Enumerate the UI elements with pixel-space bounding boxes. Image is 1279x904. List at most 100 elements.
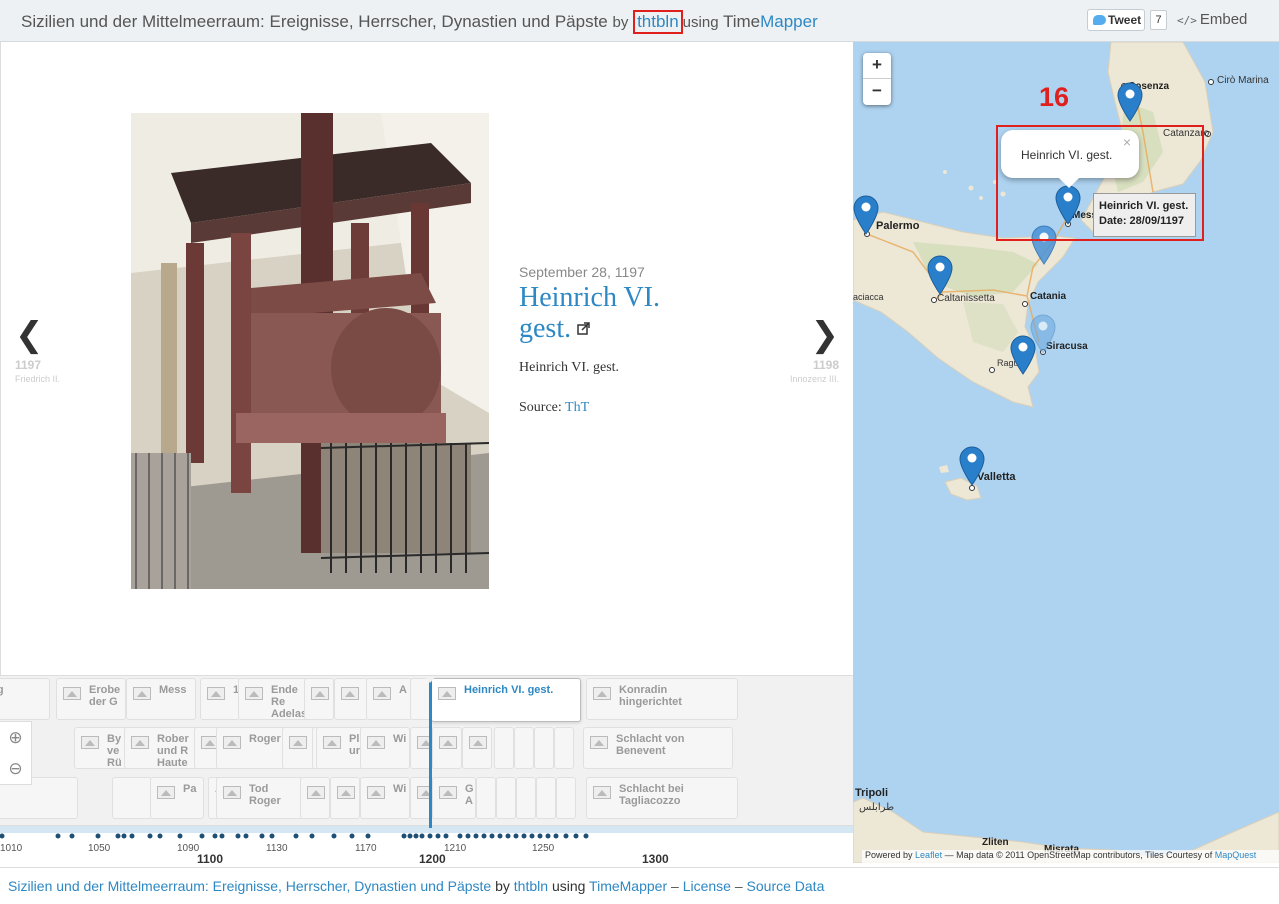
footer-app-link[interactable]: TimeMapper xyxy=(589,878,667,894)
city-zliten: Zliten xyxy=(982,837,1009,848)
zoom-out-icon[interactable]: ⊖ xyxy=(0,753,31,784)
event-label: Roger xyxy=(249,733,281,745)
timeline-tick: 1130 xyxy=(266,843,288,854)
timeline-event[interactable] xyxy=(330,777,360,819)
timeline-event[interactable]: By ve Rü xyxy=(74,727,130,769)
source-link[interactable]: ThT xyxy=(565,400,589,415)
image-icon xyxy=(131,736,149,749)
image-icon xyxy=(323,736,341,749)
map-marker-icon[interactable] xyxy=(959,446,985,486)
timeline: erung Erobe der G Mess 1 Ende Re Adelasi… xyxy=(0,675,853,867)
timeline-axis: 1010 1050 1090 1130 1170 1210 1250 1100 … xyxy=(0,825,853,867)
footer-title-link[interactable]: Sizilien und der Mittelmeerraum: Ereigni… xyxy=(8,878,491,894)
timeline-tick: 1090 xyxy=(177,843,200,854)
footer-by: by xyxy=(495,878,510,894)
timeline-event[interactable]: Wi xyxy=(360,777,410,819)
timeline-event[interactable] xyxy=(556,777,576,819)
map-panel[interactable]: + − Cosenza Cirò Marina Catanzaro Messin… xyxy=(853,42,1279,863)
city-palermo: Palermo xyxy=(876,220,920,232)
tweet-button[interactable]: Tweet xyxy=(1087,9,1145,31)
timeline-event[interactable] xyxy=(462,727,492,769)
event-label: Wi xyxy=(393,783,407,795)
footer-source-data-link[interactable]: Source Data xyxy=(747,878,825,894)
timeline-event[interactable]: Pl ur xyxy=(316,727,364,769)
embed-label: Embed xyxy=(1199,11,1248,28)
event-label: A xyxy=(399,684,407,696)
chevron-left-icon: ❮ xyxy=(15,316,44,354)
footer-author-link[interactable]: thtbln xyxy=(514,878,548,894)
timeline-event[interactable] xyxy=(304,678,334,720)
event-label: Schlacht bei Tagliacozzo xyxy=(619,783,684,807)
timeline-event[interactable]: Schlacht bei Tagliacozzo xyxy=(586,777,738,819)
timeline-event[interactable]: Tod Roger xyxy=(216,777,304,819)
zoom-in-icon[interactable]: ⊕ xyxy=(0,722,31,753)
image-icon xyxy=(289,736,307,749)
timeline-event[interactable]: 1 xyxy=(200,678,240,720)
source-label: Source: xyxy=(519,400,562,415)
timeline-event[interactable]: A xyxy=(366,678,412,720)
timeline-event[interactable] xyxy=(534,727,554,769)
timeline-event[interactable]: Ende Re Adelasi xyxy=(238,678,314,720)
city-ciro-marina: Cirò Marina xyxy=(1217,75,1269,86)
timeline-event[interactable] xyxy=(516,777,536,819)
image-icon xyxy=(367,786,385,799)
map-zoom-out-button[interactable]: − xyxy=(863,79,891,105)
timeline-event[interactable] xyxy=(300,777,330,819)
timeline-event-active[interactable]: Heinrich VI. gest. xyxy=(431,678,581,722)
timeline-event[interactable]: Schlacht von Benevent xyxy=(583,727,733,769)
timeline-tick: 1250 xyxy=(532,843,555,854)
event-label: Schlacht von Benevent xyxy=(616,733,685,757)
map-marker-icon[interactable] xyxy=(853,195,879,235)
map-zoom-in-button[interactable]: + xyxy=(863,53,891,79)
city-tripoli-arabic: طرابلس xyxy=(859,802,895,813)
leaflet-link[interactable]: Leaflet xyxy=(915,850,942,860)
timeline-event[interactable] xyxy=(112,777,152,819)
embed-button[interactable]: </> Embed xyxy=(1177,11,1247,28)
timeline-event[interactable]: Erobe der G xyxy=(56,678,126,720)
map-marker-icon[interactable] xyxy=(1010,335,1036,375)
timeline-event[interactable]: Rober und R Haute xyxy=(124,727,200,769)
timeline-event[interactable]: Mess xyxy=(126,678,196,720)
timeline-event[interactable]: Roger xyxy=(216,727,288,769)
city-dot xyxy=(1208,79,1214,85)
image-icon xyxy=(590,736,608,749)
external-link-icon[interactable] xyxy=(577,322,590,335)
image-icon xyxy=(439,736,457,749)
prev-slide-button[interactable]: ❮ 1197 Friedrich II. xyxy=(15,318,75,384)
author-link[interactable]: thtbln xyxy=(637,12,679,31)
app-name-mapper: Mapper xyxy=(760,12,818,31)
header-bar: Sizilien und der Mittelmeerraum: Ereigni… xyxy=(0,0,1279,72)
timeline-event[interactable]: Pa xyxy=(150,777,204,819)
timeline-event[interactable]: Wi xyxy=(360,727,410,769)
timemapper-link[interactable]: TimeMapper xyxy=(723,12,818,31)
timeline-event[interactable] xyxy=(554,727,574,769)
city-catania: Catania xyxy=(1030,291,1067,302)
footer-license-link[interactable]: License xyxy=(683,878,731,894)
timeline-event[interactable]: Konradin hingerichtet xyxy=(586,678,738,720)
footer-using: using xyxy=(551,878,586,894)
timeline-event[interactable] xyxy=(536,777,556,819)
slide-description: Heinrich VI. gest. xyxy=(519,360,620,375)
event-label: Rober und R Haute xyxy=(157,733,189,769)
timeline-event[interactable] xyxy=(494,727,514,769)
timeline-event[interactable] xyxy=(496,777,516,819)
timeline-event[interactable]: G A xyxy=(432,777,476,819)
timeline-event[interactable] xyxy=(514,727,534,769)
prev-label: Friedrich II. xyxy=(15,374,61,384)
next-label: Innozenz III. xyxy=(789,374,839,384)
timeline-current-marker xyxy=(424,676,436,828)
image-icon xyxy=(367,736,385,749)
event-label: G A xyxy=(465,783,474,807)
mapquest-link[interactable]: MapQuest xyxy=(1215,850,1257,860)
image-icon xyxy=(337,786,355,799)
timeline-event[interactable]: erung xyxy=(0,678,50,720)
map-marker-icon[interactable] xyxy=(927,255,953,295)
city-tripoli: Tripoli xyxy=(855,787,888,799)
slide-title[interactable]: Heinrich VI. gest. xyxy=(519,282,719,344)
timeline-event[interactable] xyxy=(432,727,462,769)
timeline-event[interactable] xyxy=(476,777,496,819)
next-slide-button[interactable]: ❯ 1198 Innozenz III. xyxy=(779,318,839,384)
timeline-event[interactable] xyxy=(334,678,368,720)
map-marker-icon[interactable] xyxy=(1117,82,1143,122)
timemapper-app: Sizilien und der Mittelmeerraum: Ereigni… xyxy=(0,0,1279,904)
